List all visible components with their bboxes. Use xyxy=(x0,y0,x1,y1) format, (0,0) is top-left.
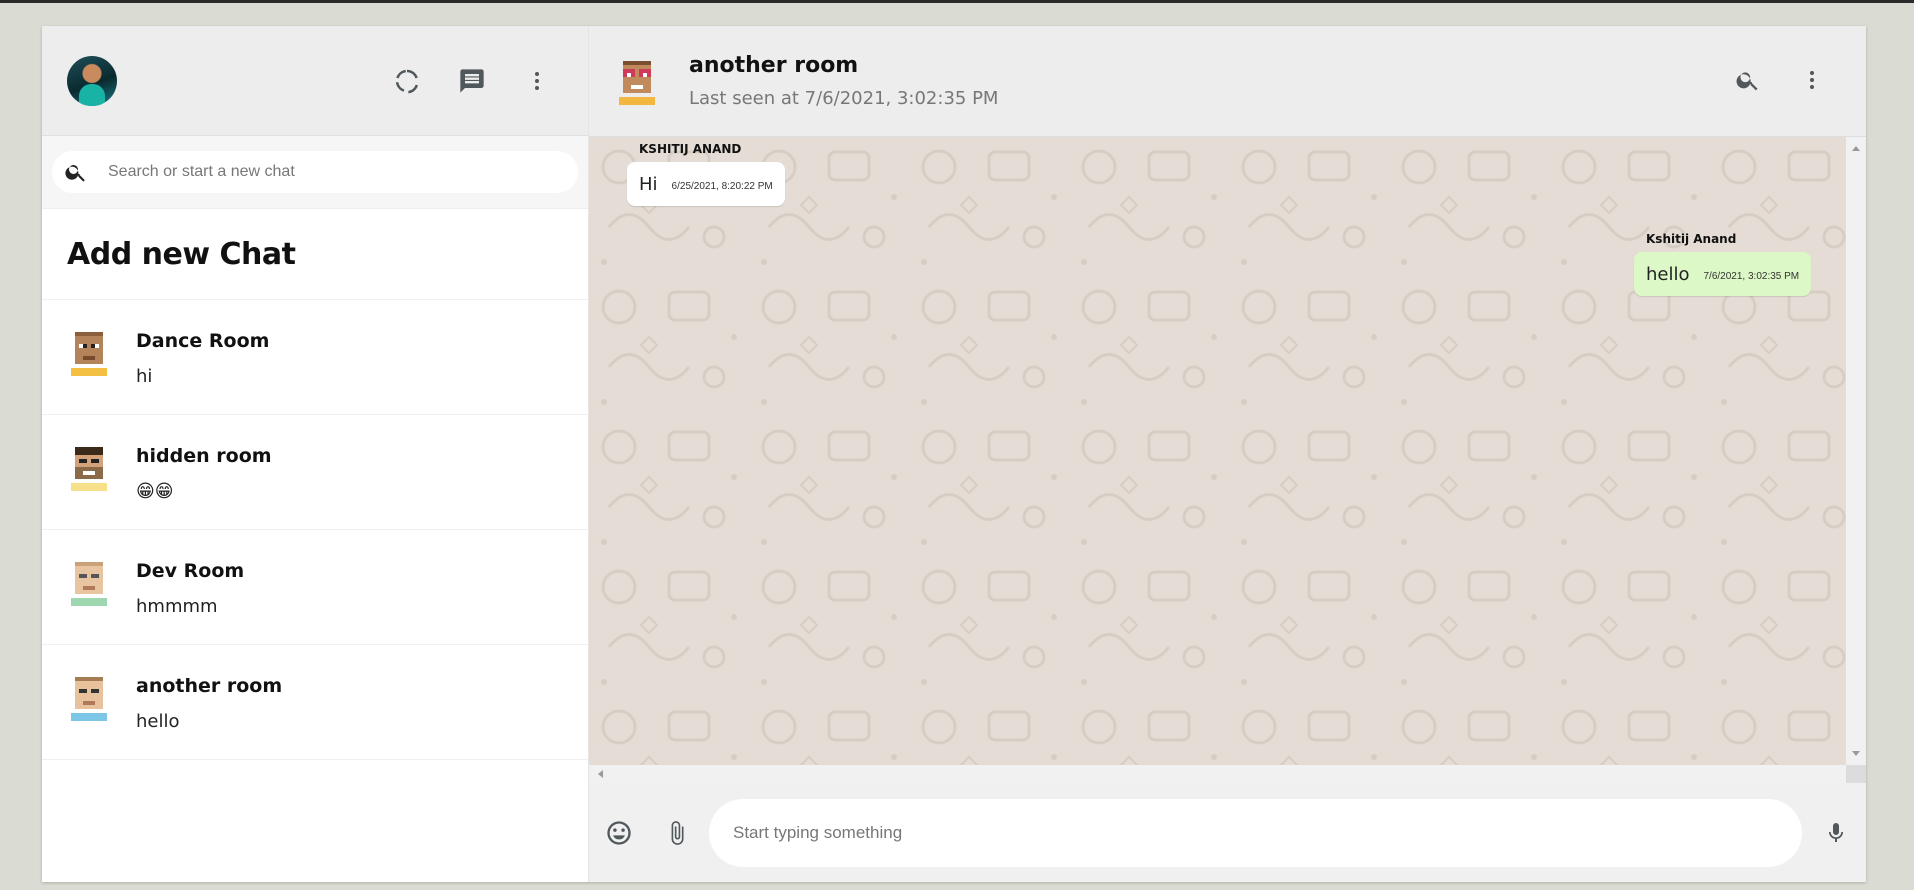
room-title: another room Last seen at 7/6/2021, 3:02… xyxy=(689,53,998,109)
menu-icon[interactable] xyxy=(521,65,553,97)
user-avatar[interactable] xyxy=(67,55,117,106)
emoji-icon[interactable] xyxy=(603,817,635,849)
message-bubble-received[interactable]: Hi 6/25/2021, 8:20:22 PM xyxy=(627,162,785,206)
chat-name: another room xyxy=(136,675,283,697)
chat-info: Dev Room hmmmm xyxy=(136,558,244,617)
chat-last-message: hmmmm xyxy=(136,596,218,617)
chat-info: another room hello xyxy=(136,673,282,732)
add-new-chat[interactable]: Add new Chat xyxy=(42,209,588,300)
status-icon[interactable] xyxy=(391,65,423,97)
chat-item-hidden-room[interactable]: hidden room 😁😁 xyxy=(42,415,588,530)
message-time: 7/6/2021, 3:02:35 PM xyxy=(1703,270,1800,282)
chat-name: Dev Room xyxy=(136,560,245,582)
chat-header: another room Last seen at 7/6/2021, 3:02… xyxy=(589,26,1866,137)
message-composer xyxy=(589,783,1866,882)
message-sender: Kshitij Anand xyxy=(1646,232,1737,246)
chat-avatar xyxy=(71,447,107,491)
message-time: 6/25/2021, 8:20:22 PM xyxy=(671,180,773,192)
chat-last-message: 😁😁 xyxy=(136,481,174,502)
microphone-icon[interactable] xyxy=(1820,817,1852,849)
chat-name: hidden room xyxy=(136,445,272,467)
message-area[interactable]: KSHITIJ ANAND Hi 6/25/2021, 8:20:22 PM K… xyxy=(589,137,1866,783)
new-chat-icon[interactable] xyxy=(456,65,488,97)
chat-avatar xyxy=(71,332,107,376)
chat-header-icons xyxy=(1732,64,1828,96)
window-top-border xyxy=(0,0,1914,3)
chat-avatar xyxy=(71,562,107,606)
scrollbar-corner xyxy=(1846,765,1866,783)
chat-last-message: hi xyxy=(136,366,153,387)
sidebar: Add new Chat Dance Room hi xyxy=(42,26,589,882)
message-text: hello xyxy=(1646,263,1690,285)
message-text: Hi xyxy=(639,173,658,195)
chat-avatar xyxy=(71,677,107,721)
chat-name: Dance Room xyxy=(136,330,270,352)
chat-last-message: hello xyxy=(136,711,180,732)
attach-icon[interactable] xyxy=(661,817,693,849)
search-input[interactable] xyxy=(106,162,566,182)
chat-info: hidden room 😁😁 xyxy=(136,443,272,502)
search-box xyxy=(52,151,578,193)
room-avatar[interactable] xyxy=(615,57,659,105)
chat-info: Dance Room hi xyxy=(136,328,269,387)
chat-app: Add new Chat Dance Room hi xyxy=(42,26,1866,882)
horizontal-scrollbar[interactable] xyxy=(589,765,1866,783)
chat-panel: another room Last seen at 7/6/2021, 3:02… xyxy=(589,26,1866,882)
message-input[interactable] xyxy=(709,798,1802,867)
search-icon[interactable] xyxy=(1732,64,1764,96)
search-icon xyxy=(65,165,85,182)
chat-item-dance-room[interactable]: Dance Room hi xyxy=(42,300,588,415)
sidebar-header-icons xyxy=(391,65,563,97)
vertical-scrollbar[interactable] xyxy=(1846,137,1866,765)
chat-item-another-room[interactable]: another room hello xyxy=(42,645,588,760)
menu-icon[interactable] xyxy=(1796,64,1828,96)
last-seen: Last seen at 7/6/2021, 3:02:35 PM xyxy=(689,88,999,109)
sidebar-header xyxy=(42,26,588,136)
search-bar xyxy=(42,136,588,209)
message-sender: KSHITIJ ANAND xyxy=(639,142,742,156)
add-new-chat-label: Add new Chat xyxy=(67,236,296,272)
room-name: another room xyxy=(689,53,859,78)
message-bubble-sent[interactable]: hello 7/6/2021, 3:02:35 PM xyxy=(1634,252,1812,296)
chat-item-dev-room[interactable]: Dev Room hmmmm xyxy=(42,530,588,645)
